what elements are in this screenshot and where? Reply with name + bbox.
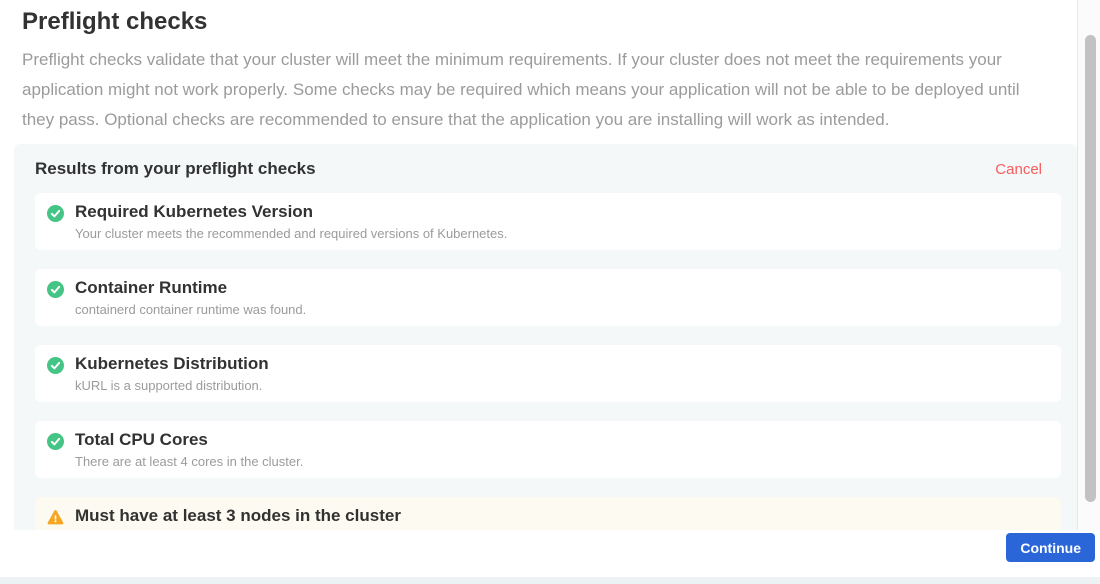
check-circle-icon: [47, 281, 64, 298]
preflight-check-row: Kubernetes Distribution kURL is a suppor…: [35, 345, 1061, 402]
continue-button[interactable]: Continue: [1006, 533, 1095, 562]
check-text: Required Kubernetes Version Your cluster…: [75, 202, 1046, 241]
check-title: Required Kubernetes Version: [75, 202, 1046, 222]
scrollbar-track[interactable]: [1077, 0, 1100, 577]
results-panel-header: Results from your preflight checks Cance…: [14, 159, 1077, 179]
check-title: Total CPU Cores: [75, 430, 1046, 450]
warning-triangle-icon: [47, 509, 64, 526]
results-heading: Results from your preflight checks: [35, 159, 316, 179]
preflight-check-row: Container Runtime containerd container r…: [35, 269, 1061, 326]
check-message: There are at least 4 cores in the cluste…: [75, 454, 1046, 469]
page-title: Preflight checks: [0, 0, 1077, 36]
check-circle-icon: [47, 433, 64, 450]
check-text: Must have at least 3 nodes in the cluste…: [75, 506, 1046, 530]
check-message: Your cluster meets the recommended and r…: [75, 226, 1046, 241]
check-message: kURL is a supported distribution.: [75, 378, 1046, 393]
check-circle-icon: [47, 205, 64, 222]
preflight-content: Preflight checks Preflight checks valida…: [0, 0, 1077, 530]
preflight-check-row: Must have at least 3 nodes in the cluste…: [35, 497, 1061, 530]
page-description: Preflight checks validate that your clus…: [0, 45, 1077, 135]
bottom-strip: [0, 577, 1100, 584]
check-list: Required Kubernetes Version Your cluster…: [14, 193, 1077, 530]
cancel-link[interactable]: Cancel: [995, 161, 1042, 178]
scrollbar-thumb[interactable]: [1085, 35, 1096, 502]
check-message: containerd container runtime was found.: [75, 302, 1046, 317]
check-circle-icon: [47, 357, 64, 374]
check-text: Container Runtime containerd container r…: [75, 278, 1046, 317]
check-title: Kubernetes Distribution: [75, 354, 1046, 374]
check-text: Total CPU Cores There are at least 4 cor…: [75, 430, 1046, 469]
preflight-check-row: Required Kubernetes Version Your cluster…: [35, 193, 1061, 250]
check-title: Container Runtime: [75, 278, 1046, 298]
check-text: Kubernetes Distribution kURL is a suppor…: [75, 354, 1046, 393]
results-panel: Results from your preflight checks Cance…: [14, 144, 1077, 530]
preflight-check-row: Total CPU Cores There are at least 4 cor…: [35, 421, 1061, 478]
footer-bar: Continue: [0, 530, 1100, 577]
check-title: Must have at least 3 nodes in the cluste…: [75, 506, 1046, 526]
